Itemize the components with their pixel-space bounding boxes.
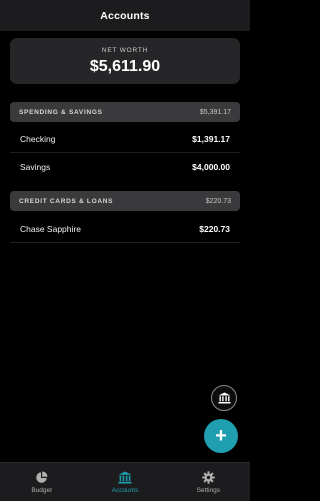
account-row-chase-sapphire[interactable]: Chase Sapphire $220.73 [10, 215, 240, 243]
account-balance: $4,000.00 [192, 162, 230, 172]
section-header-spending-savings[interactable]: SPENDING & SAVINGS $5,391.17 [10, 102, 240, 122]
section-total: $5,391.17 [199, 108, 231, 116]
account-row-checking[interactable]: Checking $1,391.17 [10, 125, 240, 153]
account-name: Checking [20, 133, 56, 144]
tab-bar: Budget Accounts Settings [0, 462, 250, 501]
header-bar: Accounts [0, 0, 250, 31]
plus-icon: + [215, 425, 227, 447]
tab-label: Accounts [111, 486, 139, 494]
tab-settings[interactable]: Settings [167, 463, 250, 501]
net-worth-label: NET WORTH [101, 47, 149, 54]
pie-chart-icon [36, 471, 48, 483]
add-account-button[interactable]: + [204, 419, 238, 453]
tab-label: Budget [31, 486, 52, 494]
account-name: Savings [20, 162, 51, 172]
bank-icon [218, 392, 230, 404]
page-title: Accounts [100, 9, 150, 22]
section-header-credit-loans[interactable]: CREDIT CARDS & LOANS $220.73 [10, 191, 240, 211]
net-worth-card: NET WORTH $5,611.90 [10, 38, 240, 84]
section-title: CREDIT CARDS & LOANS [19, 197, 114, 205]
section-title: SPENDING & SAVINGS [19, 108, 103, 116]
tab-budget[interactable]: Budget [0, 463, 83, 501]
account-row-savings[interactable]: Savings $4,000.00 [10, 153, 240, 181]
account-balance: $220.73 [199, 223, 230, 234]
gear-icon [202, 470, 215, 484]
tab-accounts[interactable]: Accounts [83, 463, 166, 501]
section-total: $220.73 [205, 197, 231, 205]
tab-label: Settings [196, 486, 221, 494]
net-worth-value: $5,611.90 [89, 58, 161, 75]
account-name: Chase Sapphire [20, 223, 81, 234]
account-balance: $1,391.17 [192, 133, 230, 144]
bank-icon [118, 471, 132, 483]
add-bank-button[interactable] [211, 385, 237, 411]
